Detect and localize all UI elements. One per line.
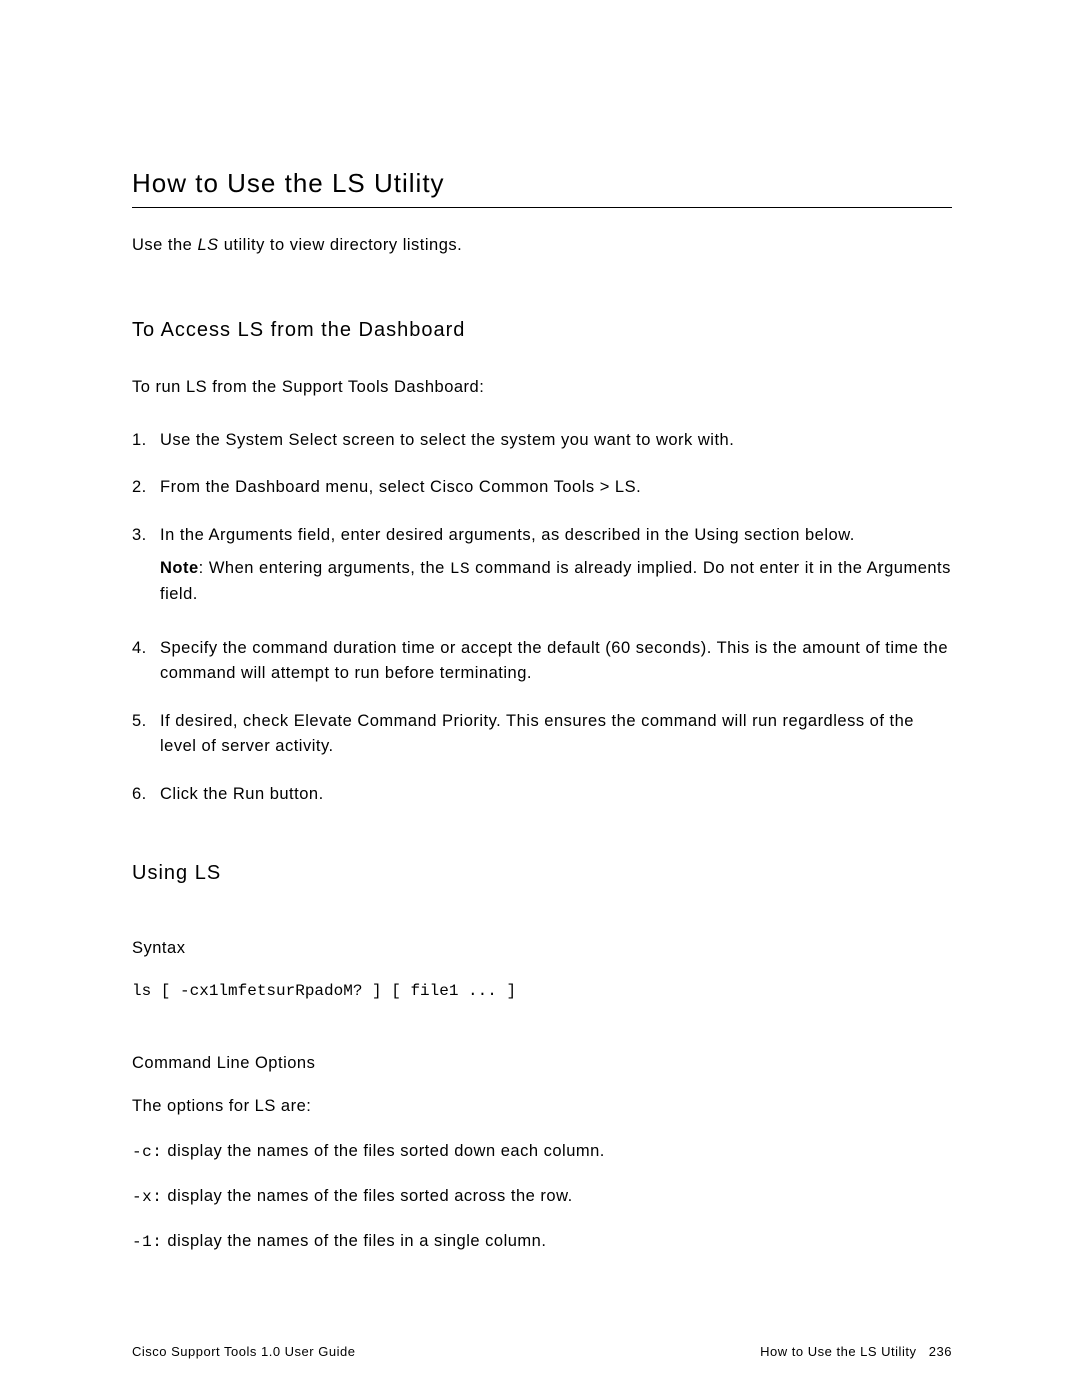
- list-number: 6.: [132, 782, 160, 808]
- note-label: Note: [160, 559, 199, 577]
- option-line: -x: display the names of the files sorte…: [132, 1187, 952, 1206]
- list-item: 5. If desired, check Elevate Command Pri…: [132, 709, 952, 760]
- options-intro: The options for LS are:: [132, 1097, 952, 1116]
- list-text: From the Dashboard menu, select Cisco Co…: [160, 475, 952, 501]
- list-text: Specify the command duration time or acc…: [160, 636, 952, 687]
- option-desc: display the names of the files in a sing…: [162, 1232, 546, 1250]
- option-flag: -x:: [132, 1188, 162, 1206]
- list-number: 2.: [132, 475, 160, 501]
- syntax-code: ls [ -cx1lmfetsurRpadoM? ] [ file1 ... ]: [132, 982, 952, 1000]
- list-item: 1. Use the System Select screen to selec…: [132, 428, 952, 454]
- note-block: Note: When entering arguments, the LS co…: [160, 556, 952, 607]
- intro-paragraph: Use the LS utility to view directory lis…: [132, 236, 952, 255]
- list-text-block: In the Arguments field, enter desired ar…: [160, 523, 952, 608]
- option-desc: display the names of the files sorted ac…: [162, 1187, 572, 1205]
- option-line: -c: display the names of the files sorte…: [132, 1142, 952, 1161]
- footer-page-number: 236: [929, 1344, 952, 1359]
- options-heading: Command Line Options: [132, 1054, 952, 1073]
- list-text: Use the System Select screen to select t…: [160, 428, 952, 454]
- option-desc: display the names of the files sorted do…: [162, 1142, 605, 1160]
- list-number: 3.: [132, 523, 160, 608]
- footer-right-text: How to Use the LS Utility: [760, 1344, 916, 1359]
- list-text: Click the Run button.: [160, 782, 952, 808]
- intro-italic: LS: [197, 236, 218, 254]
- list-text: If desired, check Elevate Command Priori…: [160, 709, 952, 760]
- intro-post: utility to view directory listings.: [219, 236, 463, 254]
- list-number: 1.: [132, 428, 160, 454]
- intro-pre: Use the: [132, 236, 197, 254]
- footer-left: Cisco Support Tools 1.0 User Guide: [132, 1344, 355, 1359]
- section-heading-access: To Access LS from the Dashboard: [132, 319, 952, 342]
- list-number: 5.: [132, 709, 160, 760]
- page-content: How to Use the LS Utility Use the LS uti…: [0, 0, 1080, 1251]
- list-item: 2. From the Dashboard menu, select Cisco…: [132, 475, 952, 501]
- page-footer: Cisco Support Tools 1.0 User Guide How t…: [132, 1344, 952, 1359]
- section1-lead: To run LS from the Support Tools Dashboa…: [132, 375, 952, 400]
- section-heading-using: Using LS: [132, 862, 952, 885]
- list-item: 4. Specify the command duration time or …: [132, 636, 952, 687]
- option-flag: -1:: [132, 1233, 162, 1251]
- syntax-heading: Syntax: [132, 939, 952, 958]
- list-item: 3. In the Arguments field, enter desired…: [132, 523, 952, 608]
- note-pre: : When entering arguments, the: [199, 559, 450, 577]
- note-code: LS: [450, 560, 470, 578]
- list-text: In the Arguments field, enter desired ar…: [160, 526, 855, 544]
- footer-right: How to Use the LS Utility 236: [760, 1344, 952, 1359]
- list-number: 4.: [132, 636, 160, 687]
- option-flag: -c:: [132, 1143, 162, 1161]
- list-item: 6. Click the Run button.: [132, 782, 952, 808]
- page-title: How to Use the LS Utility: [132, 168, 952, 208]
- option-line: -1: display the names of the files in a …: [132, 1232, 952, 1251]
